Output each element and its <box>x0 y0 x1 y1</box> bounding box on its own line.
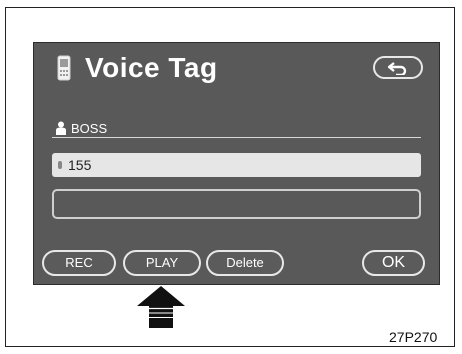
back-button[interactable] <box>373 56 423 79</box>
phone-icon <box>57 55 71 81</box>
voice-tag-screen: Voice Tag BOSS 155 REC PLAY Delete OK <box>33 42 440 285</box>
voice-tag-entry-1[interactable]: 155 <box>52 153 421 177</box>
name-underline <box>52 137 421 138</box>
figure-caption: 27P270 <box>389 329 438 345</box>
entry-value: 155 <box>68 157 92 173</box>
person-icon <box>56 121 66 135</box>
voice-tag-entry-2[interactable] <box>52 189 421 219</box>
up-arrow-icon <box>137 286 185 328</box>
contact-name: BOSS <box>71 120 108 136</box>
rec-button[interactable]: REC <box>42 250 116 276</box>
contact-row: BOSS <box>55 120 107 136</box>
delete-button[interactable]: Delete <box>206 250 284 276</box>
page-title: Voice Tag <box>85 52 218 83</box>
play-button[interactable]: PLAY <box>123 250 201 276</box>
back-arrow-icon <box>388 62 407 75</box>
ok-button[interactable]: OK <box>362 250 425 276</box>
entry-marker-icon <box>58 161 62 169</box>
